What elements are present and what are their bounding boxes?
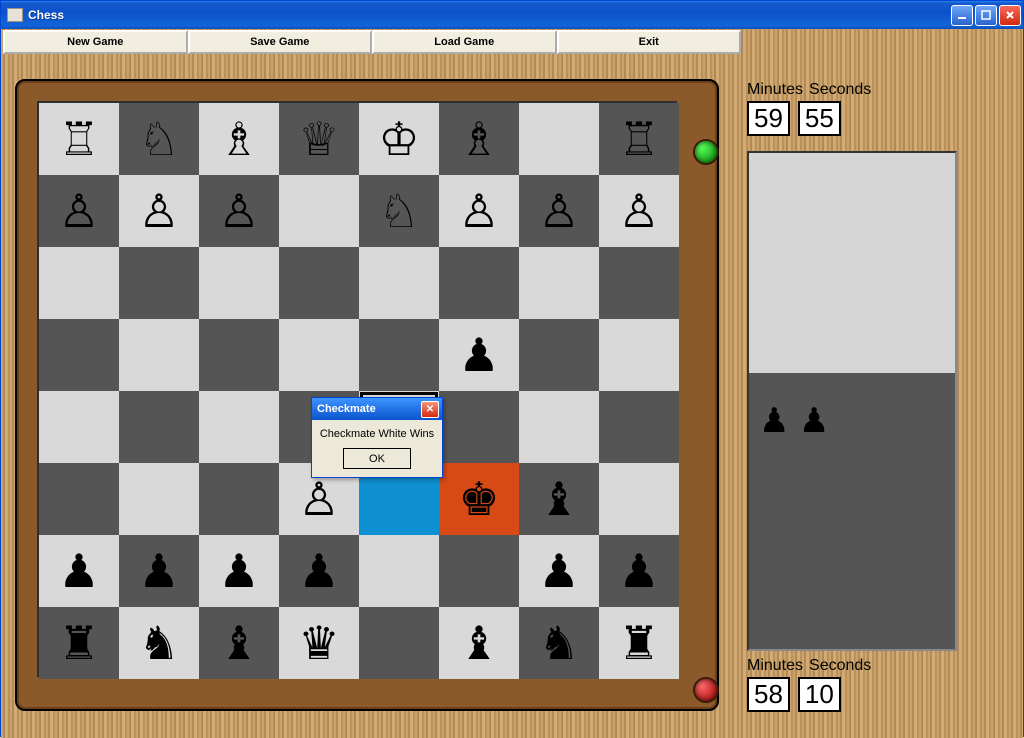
square-c3[interactable] <box>199 463 279 535</box>
square-d1[interactable]: ♛ <box>279 607 359 679</box>
square-h1[interactable]: ♜ <box>599 607 679 679</box>
white-turn-led <box>693 139 719 165</box>
square-g5[interactable] <box>519 319 599 391</box>
white-clock: Minutes Seconds 59 55 <box>747 81 871 136</box>
square-e2[interactable] <box>359 535 439 607</box>
window-buttons <box>951 5 1021 26</box>
square-h7[interactable]: ♙ <box>599 175 679 247</box>
square-f7[interactable]: ♙ <box>439 175 519 247</box>
square-b7[interactable]: ♙ <box>119 175 199 247</box>
square-a4[interactable] <box>39 391 119 463</box>
chess-board[interactable]: ♖♘♗♕♔♗♖♙♙♙♘♙♙♙♟♙♙♚♝♟♟♟♟♟♟♜♞♝♛♝♞♜ <box>37 101 677 677</box>
square-a2[interactable]: ♟ <box>39 535 119 607</box>
square-d5[interactable] <box>279 319 359 391</box>
square-h4[interactable] <box>599 391 679 463</box>
square-f3[interactable]: ♚ <box>439 463 519 535</box>
chess-window: Chess New Game Save Game Load Game Exit … <box>0 0 1024 737</box>
black-clock: Minutes Seconds 58 10 <box>747 657 871 712</box>
square-g7[interactable]: ♙ <box>519 175 599 247</box>
square-b6[interactable] <box>119 247 199 319</box>
square-a6[interactable] <box>39 247 119 319</box>
black-seconds: 10 <box>798 677 841 712</box>
square-e1[interactable] <box>359 607 439 679</box>
black-minutes: 58 <box>747 677 790 712</box>
square-f6[interactable] <box>439 247 519 319</box>
square-h5[interactable] <box>599 319 679 391</box>
square-g2[interactable]: ♟ <box>519 535 599 607</box>
square-d8[interactable]: ♕ <box>279 103 359 175</box>
ok-button[interactable]: OK <box>343 448 411 469</box>
square-e6[interactable] <box>359 247 439 319</box>
square-h3[interactable] <box>599 463 679 535</box>
maximize-button[interactable] <box>975 5 997 26</box>
square-h8[interactable]: ♖ <box>599 103 679 175</box>
captured-by-black: ♟ ♟ <box>749 373 955 649</box>
seconds-label: Seconds <box>809 657 871 675</box>
square-f1[interactable]: ♝ <box>439 607 519 679</box>
captured-tray: ♟ ♟ <box>747 151 957 651</box>
square-e8[interactable]: ♔ <box>359 103 439 175</box>
minutes-label: Minutes <box>747 657 803 675</box>
square-h6[interactable] <box>599 247 679 319</box>
dialog-close-icon[interactable]: ✕ <box>421 401 439 418</box>
close-button[interactable] <box>999 5 1021 26</box>
square-a5[interactable] <box>39 319 119 391</box>
square-b4[interactable] <box>119 391 199 463</box>
app-icon <box>7 8 23 22</box>
square-d6[interactable] <box>279 247 359 319</box>
dialog-titlebar[interactable]: Checkmate ✕ <box>312 398 442 420</box>
square-a3[interactable] <box>39 463 119 535</box>
minimize-button[interactable] <box>951 5 973 26</box>
square-d7[interactable] <box>279 175 359 247</box>
checkmate-dialog: Checkmate ✕ Checkmate White Wins OK <box>311 397 443 478</box>
save-game-button[interactable]: Save Game <box>188 30 373 54</box>
white-minutes: 59 <box>747 101 790 136</box>
square-g6[interactable] <box>519 247 599 319</box>
black-turn-led <box>693 677 719 703</box>
square-e5[interactable] <box>359 319 439 391</box>
square-d2[interactable]: ♟ <box>279 535 359 607</box>
square-g3[interactable]: ♝ <box>519 463 599 535</box>
square-c7[interactable]: ♙ <box>199 175 279 247</box>
square-h2[interactable]: ♟ <box>599 535 679 607</box>
white-seconds: 55 <box>798 101 841 136</box>
square-c1[interactable]: ♝ <box>199 607 279 679</box>
load-game-button[interactable]: Load Game <box>372 30 557 54</box>
client-area: New Game Save Game Load Game Exit ♖♘♗♕♔♗… <box>1 29 1023 738</box>
exit-button[interactable]: Exit <box>557 30 742 54</box>
square-b8[interactable]: ♘ <box>119 103 199 175</box>
board-frame: ♖♘♗♕♔♗♖♙♙♙♘♙♙♙♟♙♙♚♝♟♟♟♟♟♟♜♞♝♛♝♞♜ <box>15 79 719 711</box>
square-b3[interactable] <box>119 463 199 535</box>
square-f8[interactable]: ♗ <box>439 103 519 175</box>
square-b1[interactable]: ♞ <box>119 607 199 679</box>
square-a7[interactable]: ♙ <box>39 175 119 247</box>
square-a1[interactable]: ♜ <box>39 607 119 679</box>
titlebar[interactable]: Chess <box>1 1 1023 29</box>
square-e7[interactable]: ♘ <box>359 175 439 247</box>
square-c5[interactable] <box>199 319 279 391</box>
square-a8[interactable]: ♖ <box>39 103 119 175</box>
minutes-label: Minutes <box>747 81 803 99</box>
square-c6[interactable] <box>199 247 279 319</box>
square-g1[interactable]: ♞ <box>519 607 599 679</box>
dialog-message: Checkmate White Wins <box>316 428 438 440</box>
square-c4[interactable] <box>199 391 279 463</box>
square-c8[interactable]: ♗ <box>199 103 279 175</box>
dialog-title: Checkmate <box>317 403 376 415</box>
square-f2[interactable] <box>439 535 519 607</box>
square-g4[interactable] <box>519 391 599 463</box>
square-c2[interactable]: ♟ <box>199 535 279 607</box>
square-b2[interactable]: ♟ <box>119 535 199 607</box>
window-title: Chess <box>28 8 64 22</box>
square-f5[interactable]: ♟ <box>439 319 519 391</box>
menubar: New Game Save Game Load Game Exit <box>3 30 741 54</box>
captured-by-white <box>749 153 955 373</box>
new-game-button[interactable]: New Game <box>3 30 188 54</box>
square-f4[interactable] <box>439 391 519 463</box>
square-g8[interactable] <box>519 103 599 175</box>
seconds-label: Seconds <box>809 81 871 99</box>
square-b5[interactable] <box>119 319 199 391</box>
